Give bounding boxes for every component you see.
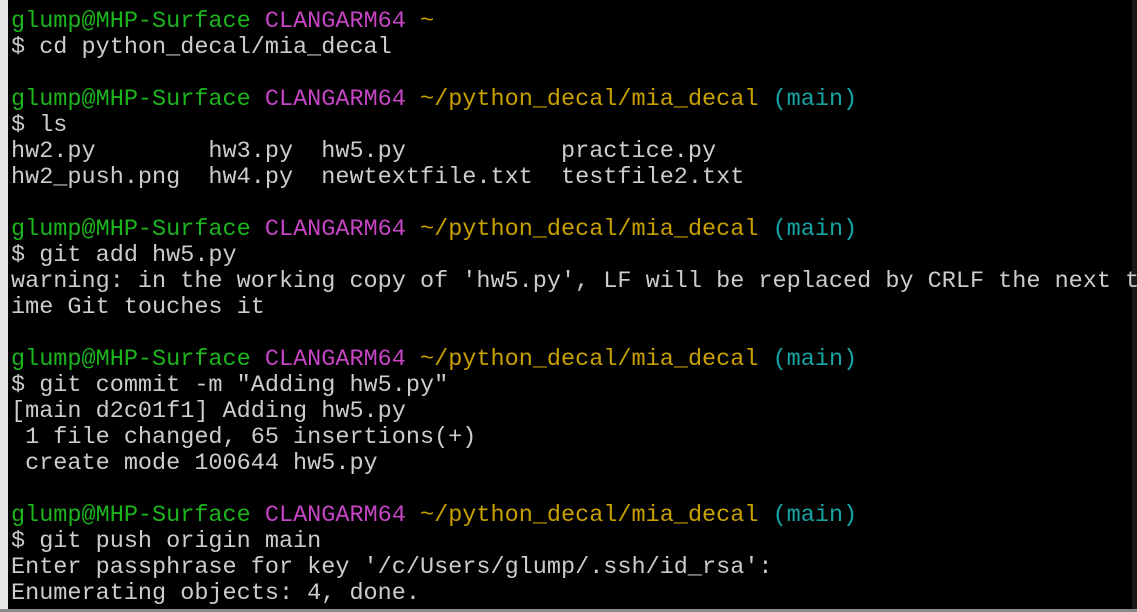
- command-line: $ cd python_decal/mia_decal: [11, 34, 392, 61]
- command-line: $ ls: [11, 112, 68, 139]
- output-line: hw2_push.png hw4.py newtextfile.txt test…: [11, 164, 745, 191]
- prompt-line: glump@MHP-Surface CLANGARM64 ~/python_de…: [11, 86, 858, 113]
- command-line: $ git commit -m "Adding hw5.py": [11, 372, 449, 399]
- command-line: $ git add hw5.py: [11, 242, 237, 269]
- output-line: ime Git touches it: [11, 294, 265, 321]
- output-line: create mode 100644 hw5.py: [11, 450, 378, 477]
- window-left-border: [0, 0, 8, 612]
- output-line: warning: in the working copy of 'hw5.py'…: [11, 268, 1137, 295]
- output-line: [main d2c01f1] Adding hw5.py: [11, 398, 406, 425]
- prompt-line: glump@MHP-Surface CLANGARM64 ~/python_de…: [11, 346, 858, 373]
- terminal-output[interactable]: glump@MHP-Surface CLANGARM64 ~ $ cd pyth…: [11, 9, 1137, 607]
- prompt-line: glump@MHP-Surface CLANGARM64 ~: [11, 8, 435, 35]
- command-line: $ git push origin main: [11, 528, 322, 555]
- prompt-line: glump@MHP-Surface CLANGARM64 ~/python_de…: [11, 502, 858, 529]
- output-line: Enumerating objects: 4, done.: [11, 580, 420, 607]
- output-line: hw2.py hw3.py hw5.py practice.py: [11, 138, 717, 165]
- output-line: Enter passphrase for key '/c/Users/glump…: [11, 554, 773, 581]
- output-line: 1 file changed, 65 insertions(+): [11, 424, 477, 451]
- prompt-line: glump@MHP-Surface CLANGARM64 ~/python_de…: [11, 216, 858, 243]
